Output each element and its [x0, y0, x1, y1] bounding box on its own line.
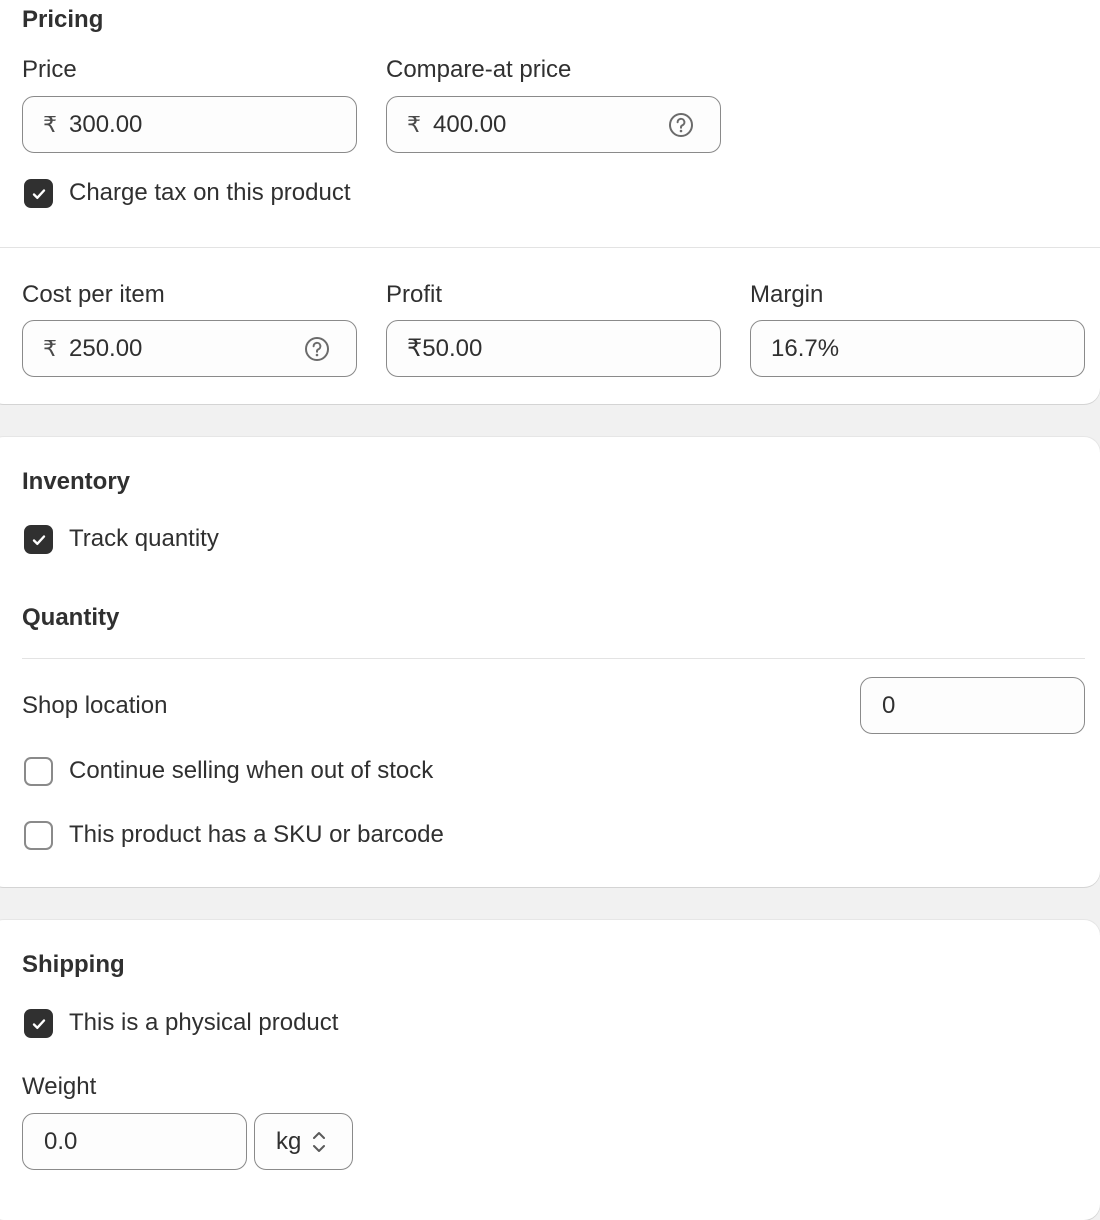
help-circle-icon[interactable] — [304, 336, 330, 362]
price-label: Price — [22, 56, 77, 83]
quantity-title: Quantity — [22, 604, 120, 631]
charge-tax-checkbox[interactable] — [24, 179, 53, 208]
rupee-icon: ₹ — [43, 335, 57, 361]
continue-selling-label[interactable]: Continue selling when out of stock — [69, 757, 433, 785]
margin-field[interactable]: 16.7% — [750, 320, 1085, 377]
checkmark-icon — [32, 1018, 45, 1029]
inventory-card — [0, 437, 1100, 887]
track-quantity-checkbox[interactable] — [24, 525, 53, 554]
continue-selling-checkbox[interactable] — [24, 757, 53, 786]
profit-label: Profit — [386, 281, 443, 308]
compare-at-price-label: Compare-at price — [386, 56, 572, 83]
quantity-divider — [22, 658, 1085, 659]
margin-label: Margin — [750, 281, 824, 308]
shipping-card — [0, 920, 1100, 1220]
compare-at-price-input[interactable]: ₹ 400.00 — [386, 96, 721, 153]
chevron-up-down-icon — [313, 1131, 326, 1152]
sku-barcode-checkbox[interactable] — [24, 821, 53, 850]
checkmark-icon — [32, 534, 45, 545]
shop-location-quantity-value: 0 — [882, 691, 896, 719]
shipping-title: Shipping — [22, 951, 125, 978]
price-input[interactable]: ₹ 300.00 — [22, 96, 357, 153]
weight-input[interactable]: 0.0 — [22, 1113, 247, 1170]
weight-label: Weight — [22, 1073, 97, 1100]
charge-tax-label[interactable]: Charge tax on this product — [69, 179, 351, 207]
profit-field[interactable]: ₹50.00 — [386, 320, 721, 377]
cost-per-item-label: Cost per item — [22, 281, 165, 308]
physical-product-checkbox[interactable] — [24, 1009, 53, 1038]
margin-value: 16.7% — [771, 334, 840, 362]
weight-unit-select[interactable]: kg — [254, 1113, 353, 1170]
pricing-divider — [0, 247, 1100, 248]
cost-per-item-value: 250.00 — [69, 334, 143, 362]
physical-product-label[interactable]: This is a physical product — [69, 1009, 338, 1037]
price-value: 300.00 — [69, 110, 143, 138]
pricing-title: Pricing — [22, 6, 104, 33]
checkmark-icon — [32, 188, 45, 199]
compare-at-price-value: 400.00 — [433, 110, 507, 138]
help-circle-icon[interactable] — [668, 112, 694, 138]
shop-location-quantity-input[interactable]: 0 — [860, 677, 1085, 734]
inventory-title: Inventory — [22, 468, 131, 495]
track-quantity-label[interactable]: Track quantity — [69, 525, 219, 553]
profit-value: ₹50.00 — [407, 335, 483, 362]
sku-barcode-label[interactable]: This product has a SKU or barcode — [69, 821, 444, 849]
shop-location-label: Shop location — [22, 692, 168, 719]
weight-unit-value: kg — [276, 1127, 302, 1155]
rupee-icon: ₹ — [407, 111, 421, 137]
cost-per-item-input[interactable]: ₹ 250.00 — [22, 320, 357, 377]
weight-value: 0.0 — [44, 1127, 78, 1155]
rupee-icon: ₹ — [43, 111, 57, 137]
